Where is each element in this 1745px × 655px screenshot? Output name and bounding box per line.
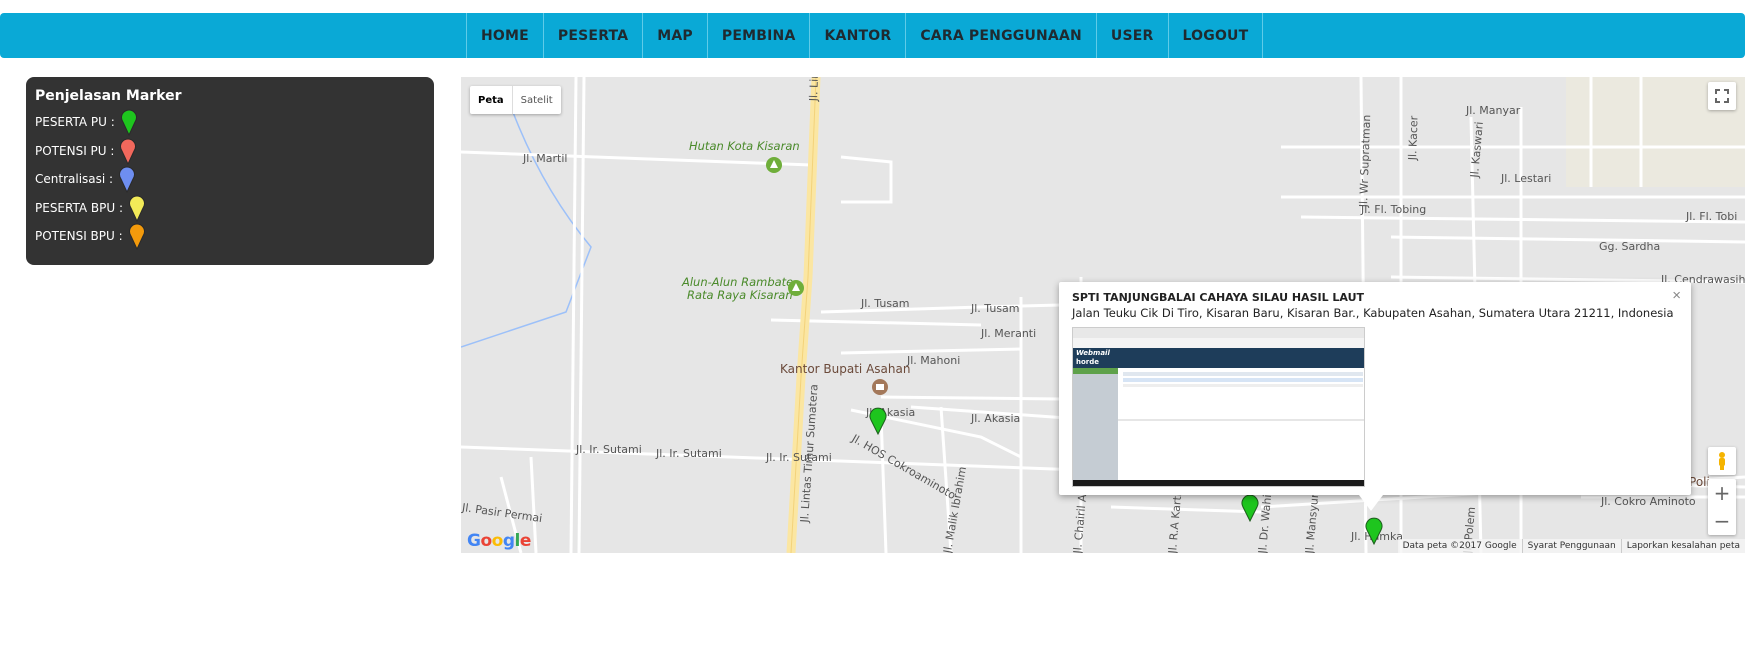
legend-row-peserta-pu: PESERTA PU :: [35, 108, 425, 137]
nav-peserta[interactable]: PESERTA: [544, 13, 644, 58]
map-data-credit: Data peta ©2017 Google: [1402, 541, 1517, 551]
park-icon: [766, 157, 782, 173]
pegman-icon: [1719, 452, 1725, 470]
nav-map[interactable]: MAP: [643, 13, 708, 58]
street-label: Jl. Ir. Sutami: [576, 443, 642, 456]
zoom-control: + −: [1708, 479, 1736, 535]
legend-label: PESERTA BPU :: [35, 200, 124, 215]
legend-row-centralisasi: Centralisasi :: [35, 165, 425, 194]
street-label: Jl. Tusam: [861, 297, 910, 310]
nav-user[interactable]: USER: [1097, 13, 1169, 58]
green-marker-icon[interactable]: [868, 405, 888, 435]
map-type-satellite-button[interactable]: Satelit: [513, 86, 561, 114]
top-navbar: HOME PESERTA MAP PEMBINA KANTOR CARA PEN…: [0, 13, 1745, 58]
street-view-button[interactable]: [1708, 447, 1736, 475]
google-logo: Google: [467, 531, 531, 551]
report-error-link[interactable]: Laporkan kesalahan peta: [1620, 539, 1745, 553]
fullscreen-button[interactable]: [1708, 82, 1736, 110]
street-label: Gg. Sardha: [1599, 240, 1661, 253]
street-label: Jl. Fl. Tobi: [1686, 210, 1738, 223]
terms-link[interactable]: Syarat Penggunaan: [1521, 539, 1621, 553]
nav-menu: HOME PESERTA MAP PEMBINA KANTOR CARA PEN…: [466, 13, 1264, 58]
green-marker-icon: [120, 109, 137, 137]
map-type-map-button[interactable]: Peta: [470, 86, 513, 114]
street-label: Jl. Lestari: [1501, 172, 1552, 185]
street-label: Jl. Meranti: [981, 327, 1037, 340]
poi-label: Hutan Kota Kisaran: [689, 139, 800, 153]
nav-home[interactable]: HOME: [467, 13, 544, 58]
red-marker-icon: [120, 138, 137, 165]
government-icon: [872, 379, 888, 395]
park-icon: [788, 280, 804, 296]
legend-label: POTENSI PU :: [35, 143, 115, 158]
fullscreen-icon: [1715, 89, 1729, 103]
street-label: Jl. Kacer: [1406, 115, 1421, 161]
street-label: Jl. Fl. Tobing: [1361, 203, 1427, 216]
nav-logout[interactable]: LOGOUT: [1169, 13, 1264, 58]
info-window-address: Jalan Teuku Cik Di Tiro, Kisaran Baru, K…: [1072, 306, 1674, 320]
legend-label: PESERTA PU :: [35, 115, 115, 130]
legend-title: Penjelasan Marker: [35, 88, 182, 104]
legend-label: Centralisasi :: [35, 172, 114, 187]
map-type-control: Peta Satelit: [470, 86, 561, 114]
map-canvas[interactable]: Jl. Martil Jl. Lintas Jl. Lintas Timur S…: [461, 77, 1745, 553]
legend-row-potensi-pu: POTENSI PU :: [35, 137, 425, 166]
street-label: Jl. Ir. Sutami: [656, 447, 722, 460]
yellow-marker-icon: [129, 195, 146, 222]
street-label: Jl. Tusam: [971, 302, 1020, 315]
info-window-photo: Webmail horde: [1072, 327, 1365, 487]
green-marker-icon[interactable]: [1364, 515, 1384, 545]
street-label: Jl. Lintas: [807, 77, 822, 102]
marker-legend-panel: Penjelasan Marker PESERTA PU : POTENSI P…: [26, 77, 434, 265]
street-label: Jl. Manyar: [1466, 104, 1521, 117]
webmail-screenshot-image: [1073, 328, 1364, 486]
street-label: Jl. Mahoni: [907, 354, 961, 367]
zoom-in-button[interactable]: +: [1708, 479, 1736, 507]
marker-info-window: SPTI TANJUNGBALAI CAHAYA SILAU HASIL LAU…: [1059, 282, 1691, 511]
street-label: Jl. Cokro Aminoto: [1601, 495, 1696, 508]
legend-row-potensi-bpu: POTENSI BPU :: [35, 222, 425, 251]
webmail-brand: Webmail: [1076, 349, 1110, 357]
orange-marker-icon: [128, 223, 145, 251]
poi-label: Kantor Bupati Asahan: [780, 362, 911, 376]
horde-brand: horde: [1076, 358, 1100, 366]
nav-cara-penggunaan[interactable]: CARA PENGGUNAAN: [906, 13, 1097, 58]
zoom-out-button[interactable]: −: [1708, 507, 1736, 535]
street-label: Jl. Martil: [523, 152, 568, 165]
street-label: Jl. Ir. Sutami: [766, 451, 832, 464]
green-marker-icon[interactable]: [1240, 492, 1260, 522]
info-window-close-button[interactable]: ×: [1672, 287, 1681, 304]
legend-label: POTENSI BPU :: [35, 229, 123, 244]
blue-marker-icon: [119, 166, 136, 194]
info-window-title: SPTI TANJUNGBALAI CAHAYA SILAU HASIL LAU…: [1072, 291, 1365, 304]
nav-kantor[interactable]: KANTOR: [810, 13, 907, 58]
nav-pembina[interactable]: PEMBINA: [708, 13, 811, 58]
legend-row-peserta-bpu: PESERTA BPU :: [35, 194, 425, 223]
street-label: Jl. Akasia: [971, 412, 1021, 425]
poi-label-line2: Rata Raya Kisaran: [687, 288, 793, 302]
map-attribution: Data peta ©2017 Google Syarat Penggunaan…: [1397, 539, 1745, 553]
